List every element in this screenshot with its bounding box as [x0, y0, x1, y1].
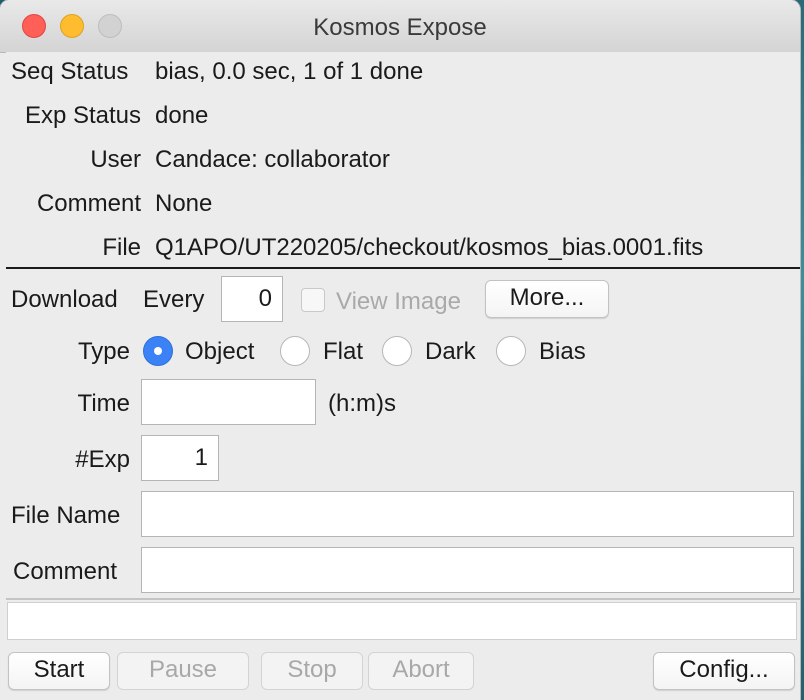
view-image-checkbox[interactable] [301, 288, 325, 312]
type-dark-radio[interactable] [382, 336, 412, 366]
user-value: Candace: collaborator [155, 146, 390, 173]
numexp-input[interactable]: 1 [141, 435, 219, 481]
title-bar[interactable]: Kosmos Expose [0, 0, 800, 53]
view-image-label: View Image [336, 288, 461, 315]
exp-status-value: done [155, 102, 209, 129]
more-button[interactable]: More... [485, 280, 609, 318]
file-label: File [102, 234, 141, 261]
status-comment-label: Comment [36, 190, 141, 217]
window-title: Kosmos Expose [313, 14, 487, 41]
time-label: Time [77, 390, 130, 417]
stop-button[interactable]: Stop [261, 652, 363, 690]
file-name-label: File Name [11, 502, 121, 529]
type-bias-label[interactable]: Bias [539, 338, 586, 366]
download-label: Download [11, 286, 118, 313]
config-button[interactable]: Config... [653, 652, 795, 690]
type-bias-radio[interactable] [496, 336, 526, 366]
status-comment-value: None [155, 190, 213, 217]
time-units-label: (h:m)s [328, 390, 396, 417]
type-flat-radio[interactable] [280, 336, 310, 366]
type-flat-label[interactable]: Flat [323, 338, 363, 366]
comment-input[interactable] [141, 547, 794, 593]
download-every-input[interactable]: 0 [221, 276, 283, 322]
abort-button[interactable]: Abort [368, 652, 474, 690]
exp-status-label: Exp Status [24, 102, 141, 129]
every-label: Every [143, 286, 205, 313]
content-area: Seq Status bias, 0.0 sec, 1 of 1 done Ex… [6, 52, 800, 700]
message-line [7, 602, 797, 640]
file-value: Q1APO/UT220205/checkout/kosmos_bias.0001… [155, 234, 704, 261]
type-dark-label[interactable]: Dark [425, 338, 476, 366]
divider [6, 267, 800, 269]
start-button[interactable]: Start [8, 652, 110, 690]
expose-window: Kosmos Expose Seq Status bias, 0.0 sec, … [0, 0, 800, 700]
numexp-label: #Exp [75, 446, 130, 473]
type-object-radio[interactable] [143, 336, 173, 366]
file-name-input[interactable] [141, 491, 794, 537]
type-object-label[interactable]: Object [185, 338, 254, 366]
seq-status-value: bias, 0.0 sec, 1 of 1 done [155, 58, 424, 85]
pause-button[interactable]: Pause [117, 652, 249, 690]
time-input[interactable] [141, 379, 316, 425]
type-label: Type [77, 338, 130, 365]
seq-status-label: Seq Status [11, 58, 129, 85]
message-divider [6, 598, 800, 600]
comment-label: Comment [13, 558, 118, 585]
user-label: User [90, 146, 141, 173]
